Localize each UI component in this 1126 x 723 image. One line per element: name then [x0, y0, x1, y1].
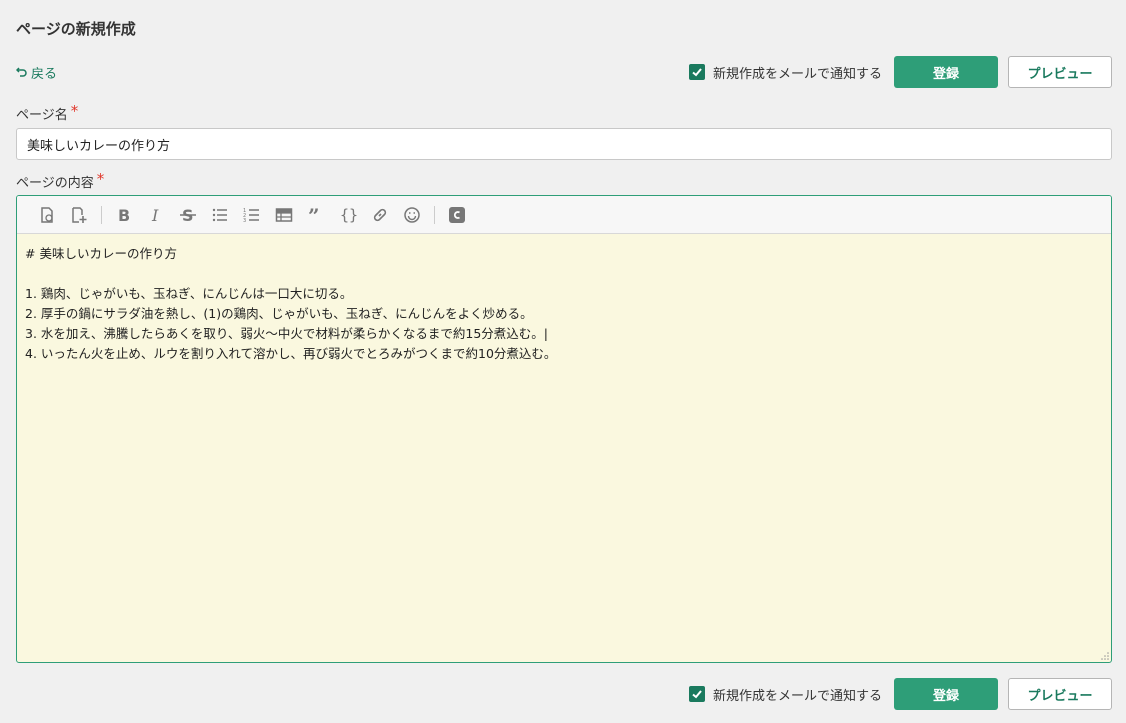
notify-checkbox[interactable] — [688, 686, 705, 702]
svg-text:”: ” — [308, 206, 320, 224]
notify-label: 新規作成をメールで通知する — [712, 66, 882, 82]
page-name-input[interactable] — [16, 128, 1112, 160]
bullet-list-icon[interactable] — [204, 200, 236, 230]
content-editor: B I S 123 ” {} # 美味しいカレーの作り方 1. 鶏肉、じゃがいも… — [16, 195, 1112, 663]
strikethrough-icon[interactable]: S — [172, 200, 204, 230]
required-mark: * — [70, 102, 79, 120]
page-title: ページの新規作成 — [16, 20, 136, 38]
italic-icon[interactable]: I — [140, 200, 172, 230]
back-link[interactable]: 戻る — [15, 63, 58, 82]
editor-toolbar: B I S 123 ” {} — [17, 196, 1111, 234]
page-content-label: ページの内容 * — [16, 170, 105, 191]
link-icon[interactable] — [364, 200, 396, 230]
notify-checkbox[interactable] — [688, 64, 705, 80]
svg-text:3: 3 — [243, 218, 246, 224]
required-mark: * — [96, 170, 105, 188]
page-content-label-text: ページの内容 — [16, 176, 94, 191]
notify-option[interactable]: 新規作成をメールで通知する — [688, 63, 882, 82]
bold-icon[interactable]: B — [108, 200, 140, 230]
add-page-icon[interactable] — [63, 200, 95, 230]
content-textarea[interactable]: # 美味しいカレーの作り方 1. 鶏肉、じゃがいも、玉ねぎ、にんじんは一口大に切… — [17, 234, 1111, 374]
undo-arrow-icon — [15, 66, 27, 80]
resize-grip-icon[interactable] — [1101, 652, 1109, 660]
page-name-label: ページ名 * — [16, 102, 79, 123]
svg-text:B: B — [118, 206, 130, 224]
attach-file-icon[interactable] — [31, 200, 63, 230]
svg-text:{}: {} — [340, 206, 357, 224]
submit-button[interactable]: 登録 — [894, 678, 998, 710]
custom-c-icon[interactable] — [441, 200, 473, 230]
preview-button[interactable]: プレビュー — [1008, 56, 1112, 88]
submit-button[interactable]: 登録 — [894, 56, 998, 88]
top-action-bar: 新規作成をメールで通知する 登録 プレビュー — [688, 56, 1112, 88]
notify-label: 新規作成をメールで通知する — [712, 688, 882, 704]
toolbar-divider — [101, 205, 102, 224]
quote-icon[interactable]: ” — [300, 200, 332, 230]
preview-button[interactable]: プレビュー — [1008, 678, 1112, 710]
svg-text:I: I — [151, 206, 159, 224]
notify-option[interactable]: 新規作成をメールで通知する — [688, 685, 882, 704]
code-icon[interactable]: {} — [332, 200, 364, 230]
checkmark-icon — [692, 68, 702, 77]
emoji-icon[interactable] — [396, 200, 428, 230]
table-icon[interactable] — [268, 200, 300, 230]
page-name-label-text: ページ名 — [16, 108, 68, 123]
toolbar-divider — [434, 205, 435, 224]
numbered-list-icon[interactable]: 123 — [236, 200, 268, 230]
bottom-action-bar: 新規作成をメールで通知する 登録 プレビュー — [688, 678, 1112, 710]
checkmark-icon — [692, 690, 702, 699]
back-link-label: 戻る — [31, 67, 58, 82]
